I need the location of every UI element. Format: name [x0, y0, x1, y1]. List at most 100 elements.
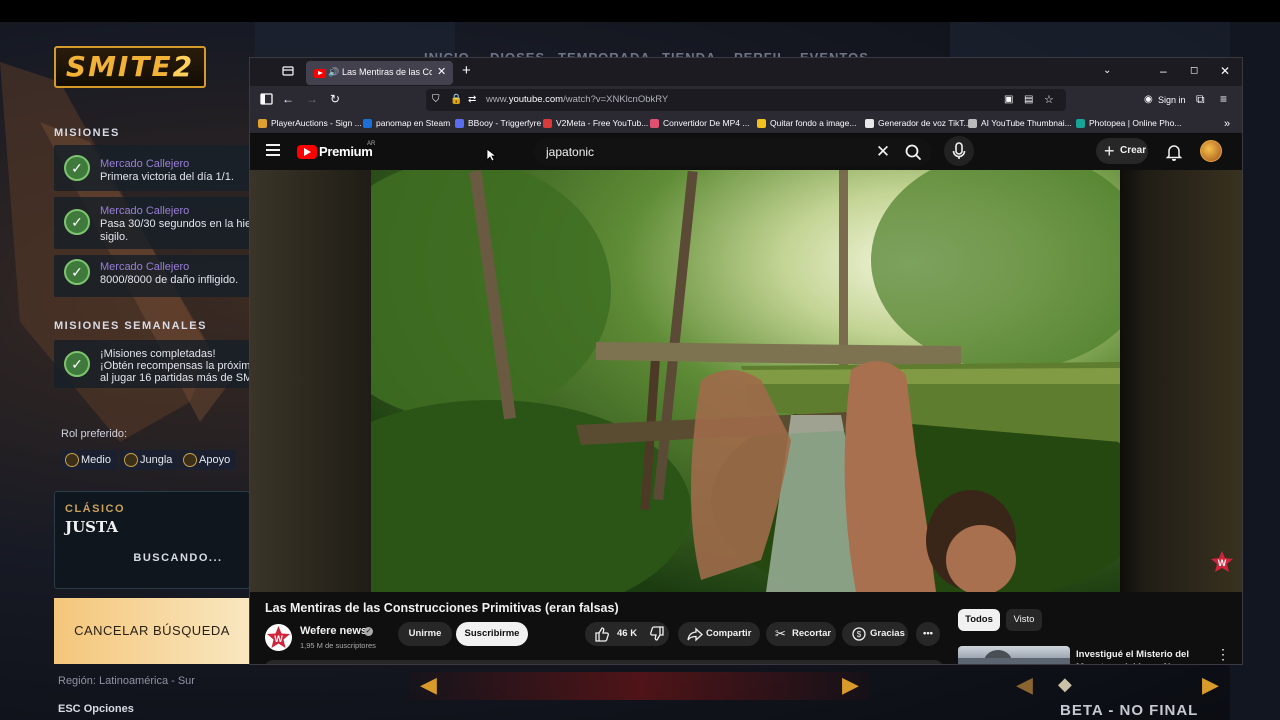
- bookmark-item[interactable]: AI YouTube Thumbnai...: [968, 118, 1072, 128]
- subscribe-button[interactable]: Suscribirme: [456, 622, 528, 646]
- filter-chip-todos[interactable]: Todos: [958, 609, 1000, 631]
- arrow-right-icon[interactable]: ▶: [1202, 672, 1219, 698]
- options-hint[interactable]: ESC Opciones: [58, 703, 134, 715]
- mission-card[interactable]: ✓ Mercado Callejero Primera victoria del…: [54, 145, 250, 191]
- channel-watermark-icon[interactable]: W: [1210, 550, 1234, 574]
- bookmark-item[interactable]: BBooy - Triggerfyre: [455, 118, 541, 128]
- smite-logo: SMITE2: [54, 46, 206, 88]
- notifications-bell-icon[interactable]: [1164, 142, 1184, 162]
- bookmark-item[interactable]: panomap en Steam: [363, 118, 450, 128]
- back-icon[interactable]: ←: [282, 92, 294, 106]
- chevron-down-icon[interactable]: ⌄: [1103, 64, 1111, 78]
- video-frame[interactable]: [371, 170, 1120, 592]
- guide-menu-icon[interactable]: [266, 144, 280, 156]
- description-box[interactable]: [265, 660, 943, 664]
- plus-icon: +: [1104, 141, 1115, 161]
- bookmark-item[interactable]: Quitar fondo a image...: [757, 118, 856, 128]
- search-input[interactable]: [546, 144, 856, 160]
- url-text: www.youtube.com/watch?v=XNKlcnObkRY: [486, 94, 668, 105]
- minimize-icon[interactable]: –: [1160, 64, 1167, 78]
- clear-search-icon[interactable]: ✕: [873, 142, 893, 162]
- logo-prefix: SMITE: [65, 50, 173, 83]
- youtube-premium-logo[interactable]: Premium: [319, 144, 373, 159]
- account-icon[interactable]: ◉: [1144, 93, 1153, 107]
- speaker-icon[interactable]: 🔊: [328, 65, 339, 79]
- role-label: Medio: [81, 454, 111, 466]
- queue-mode: CLÁSICO: [65, 503, 125, 515]
- region-code: AR: [367, 141, 376, 147]
- queue-card: CLÁSICO JUSTA BUSCANDO...: [54, 491, 250, 589]
- bookmark-item[interactable]: Photopea | Online Pho...: [1076, 118, 1181, 128]
- tab-list-icon[interactable]: [282, 65, 294, 80]
- recommended-thumbnail[interactable]: [958, 646, 1070, 664]
- bookmark-item[interactable]: Generador de voz TikT...: [865, 118, 971, 128]
- bookmark-star-icon[interactable]: ☆: [1044, 93, 1054, 107]
- weekly-mission-card[interactable]: ✓ ¡Misiones completadas! ¡Obtén recompen…: [54, 340, 299, 388]
- extensions-icon[interactable]: ⧉: [1196, 92, 1205, 106]
- dislike-icon[interactable]: [649, 622, 665, 656]
- bookmarks-overflow-icon[interactable]: »: [1224, 117, 1230, 131]
- close-window-icon[interactable]: ✕: [1220, 64, 1230, 78]
- cancel-search-button[interactable]: CANCELAR BÚSQUEDA: [54, 598, 250, 664]
- url-path: /watch?v=XNKlcnObkRY: [563, 94, 669, 105]
- bookmark-item[interactable]: Convertidor De MP4 ...: [650, 118, 749, 128]
- mission-card[interactable]: ✓ Mercado Callejero 8000/8000 de daño in…: [54, 255, 250, 297]
- role-apoyo-icon: [183, 453, 197, 467]
- like-icon[interactable]: [594, 622, 610, 656]
- channel-name[interactable]: Wefere news: [300, 625, 367, 637]
- shield-icon[interactable]: ⛉: [432, 93, 440, 107]
- bookmark-item[interactable]: PlayerAuctions - Sign ...: [258, 118, 362, 128]
- reload-icon[interactable]: ↻: [330, 92, 340, 106]
- arrow-left-icon[interactable]: ◀: [420, 672, 437, 698]
- menu-icon[interactable]: ≡: [1220, 92, 1227, 106]
- picture-in-picture-icon[interactable]: ▣: [1004, 93, 1013, 107]
- thanks-button[interactable]: $ Gracias: [842, 622, 908, 646]
- voice-search-button[interactable]: [944, 136, 974, 166]
- check-icon: ✓: [64, 209, 90, 235]
- share-button[interactable]: Compartir: [678, 622, 760, 646]
- maximize-icon[interactable]: ◻: [1190, 64, 1198, 78]
- more-actions-icon[interactable]: •••: [916, 622, 940, 646]
- recommended-title[interactable]: Investigué el Misterio del Monstruo del …: [1076, 648, 1204, 664]
- role-label: Jungla: [140, 454, 173, 466]
- forward-icon[interactable]: →: [306, 92, 318, 106]
- bookmark-favicon-icon: [258, 119, 267, 128]
- role-chip-medio[interactable]: Medio: [61, 450, 117, 470]
- channel-avatar[interactable]: W: [265, 624, 292, 651]
- clip-button[interactable]: ✂ Recortar: [766, 622, 836, 646]
- bookmark-favicon-icon: [968, 119, 977, 128]
- role-chip-apoyo[interactable]: Apoyo: [179, 450, 237, 470]
- join-button[interactable]: Unirme: [398, 622, 452, 646]
- lock-icon[interactable]: 🔒: [450, 93, 462, 107]
- mission-card[interactable]: ✓ Mercado Callejero Pasa 30/30 segundos …: [54, 197, 267, 249]
- sidebar-toggle-icon[interactable]: [260, 93, 273, 108]
- share-label: Compartir: [706, 628, 752, 639]
- sign-in-link[interactable]: Sign in: [1158, 95, 1186, 105]
- close-tab-icon[interactable]: ✕: [437, 65, 446, 79]
- role-chip-jungla[interactable]: Jungla: [120, 450, 179, 470]
- recommended-menu-icon[interactable]: ⋮: [1216, 646, 1230, 664]
- arrow-right-icon[interactable]: ▶: [842, 672, 859, 698]
- queue-name: JUSTA: [65, 518, 118, 536]
- bookmark-item[interactable]: V2Meta - Free YouTub...: [543, 118, 648, 128]
- diamond-icon: ◆: [1058, 674, 1072, 694]
- filter-chip-visto[interactable]: Visto: [1006, 609, 1042, 631]
- search-button[interactable]: [896, 140, 932, 164]
- bookmark-label: Photopea | Online Pho...: [1089, 118, 1182, 128]
- reader-view-icon[interactable]: ▤: [1024, 93, 1033, 107]
- youtube-logo-icon[interactable]: [297, 145, 317, 159]
- video-title: Las Mentiras de las Construcciones Primi…: [265, 601, 619, 615]
- esc-key: ESC: [58, 703, 81, 715]
- bookmark-label: Generador de voz TikT...: [878, 118, 971, 128]
- url-bar[interactable]: ⛉ 🔒 ⇄ www.youtube.com/watch?v=XNKlcnObkR…: [426, 89, 1066, 111]
- permissions-icon[interactable]: ⇄: [468, 93, 476, 107]
- subscriber-count: 1,95 M de suscriptores: [300, 641, 376, 650]
- create-button[interactable]: + Crear: [1096, 138, 1148, 164]
- role-jungla-icon: [124, 453, 138, 467]
- arrow-left-icon[interactable]: ◀: [1016, 672, 1033, 698]
- tab-youtube[interactable]: 🔊 Las Mentiras de las Constru ✕: [306, 61, 453, 85]
- bookmark-label: Quitar fondo a image...: [770, 118, 857, 128]
- video-player[interactable]: W: [250, 170, 1242, 592]
- user-avatar[interactable]: [1200, 140, 1222, 162]
- new-tab-icon[interactable]: +: [462, 63, 471, 78]
